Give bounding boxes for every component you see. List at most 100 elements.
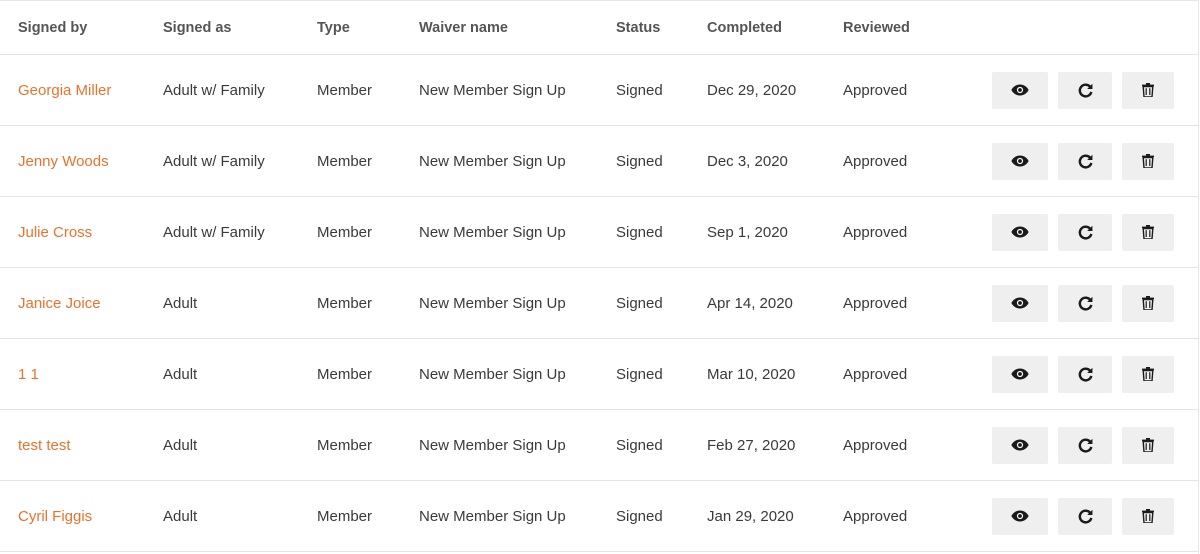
signer-name-link[interactable]: test test	[18, 437, 71, 454]
completed-date-cell: Sep 1, 2020	[707, 223, 788, 241]
column-header-reviewed[interactable]: Reviewed	[843, 1, 910, 54]
delete-button[interactable]	[1122, 426, 1174, 464]
status-cell: Signed	[616, 81, 663, 99]
type-cell: Member	[317, 436, 373, 454]
resend-button[interactable]	[1058, 426, 1112, 464]
signer-name-link[interactable]: Julie Cross	[18, 224, 92, 241]
row-actions	[992, 268, 1174, 338]
view-button[interactable]	[992, 71, 1048, 109]
status-cell: Signed	[616, 436, 663, 454]
delete-button[interactable]	[1122, 142, 1174, 180]
refresh-icon	[1078, 154, 1093, 169]
column-header-signed-by[interactable]: Signed by	[18, 1, 87, 54]
signer-name-link[interactable]: 1 1	[18, 366, 39, 383]
view-button[interactable]	[992, 497, 1048, 535]
view-button[interactable]	[992, 426, 1048, 464]
resend-button[interactable]	[1058, 355, 1112, 393]
table-row: 1 1 Adult Member New Member Sign Up Sign…	[0, 339, 1198, 410]
delete-button[interactable]	[1122, 213, 1174, 251]
refresh-icon	[1078, 367, 1093, 382]
resend-button[interactable]	[1058, 142, 1112, 180]
resend-button[interactable]	[1058, 497, 1112, 535]
delete-button[interactable]	[1122, 355, 1174, 393]
completed-date-cell: Dec 29, 2020	[707, 81, 797, 99]
table-row: test test Adult Member New Member Sign U…	[0, 410, 1198, 481]
view-button[interactable]	[992, 142, 1048, 180]
view-button[interactable]	[992, 213, 1048, 251]
eye-icon	[1011, 368, 1029, 380]
type-cell: Member	[317, 81, 373, 99]
row-actions	[992, 481, 1174, 551]
resend-button[interactable]	[1058, 71, 1112, 109]
waivers-table: Signed by Signed as Type Waiver name Sta…	[0, 0, 1199, 554]
column-header-completed[interactable]: Completed	[707, 1, 782, 54]
resend-button[interactable]	[1058, 284, 1112, 322]
eye-icon	[1011, 226, 1029, 238]
eye-icon	[1011, 510, 1029, 522]
trash-icon	[1142, 83, 1154, 97]
type-cell: Member	[317, 507, 373, 525]
signed-as-cell: Adult	[163, 365, 198, 383]
completed-date-cell: Dec 3, 2020	[707, 152, 788, 170]
reviewed-cell: Approved	[843, 223, 908, 241]
reviewed-cell: Approved	[843, 81, 908, 99]
trash-icon	[1142, 438, 1154, 452]
column-header-signed-as[interactable]: Signed as	[163, 1, 232, 54]
eye-icon	[1011, 439, 1029, 451]
trash-icon	[1142, 509, 1154, 523]
signer-name-link[interactable]: Janice Joice	[18, 295, 101, 312]
completed-date-cell: Mar 10, 2020	[707, 365, 796, 383]
refresh-icon	[1078, 296, 1093, 311]
trash-icon	[1142, 296, 1154, 310]
row-actions	[992, 410, 1174, 480]
signed-as-cell: Adult	[163, 436, 198, 454]
reviewed-cell: Approved	[843, 507, 908, 525]
trash-icon	[1142, 225, 1154, 239]
table-header: Signed by Signed as Type Waiver name Sta…	[0, 0, 1198, 55]
resend-button[interactable]	[1058, 213, 1112, 251]
signed-as-cell: Adult w/ Family	[163, 81, 265, 99]
column-header-status[interactable]: Status	[616, 1, 660, 54]
row-actions	[992, 197, 1174, 267]
reviewed-cell: Approved	[843, 294, 908, 312]
reviewed-cell: Approved	[843, 365, 908, 383]
view-button[interactable]	[992, 355, 1048, 393]
waiver-name-cell: New Member Sign Up	[419, 365, 566, 383]
completed-date-cell: Apr 14, 2020	[707, 294, 793, 312]
table-row: Jenny Woods Adult w/ Family Member New M…	[0, 126, 1198, 197]
waiver-name-cell: New Member Sign Up	[419, 81, 566, 99]
signer-name-link[interactable]: Cyril Figgis	[18, 508, 92, 525]
trash-icon	[1142, 154, 1154, 168]
view-button[interactable]	[992, 284, 1048, 322]
status-cell: Signed	[616, 365, 663, 383]
signed-as-cell: Adult w/ Family	[163, 152, 265, 170]
signer-name-link[interactable]: Jenny Woods	[18, 153, 109, 170]
signed-as-cell: Adult	[163, 294, 198, 312]
row-actions	[992, 55, 1174, 125]
waiver-name-cell: New Member Sign Up	[419, 436, 566, 454]
status-cell: Signed	[616, 507, 663, 525]
reviewed-cell: Approved	[843, 152, 908, 170]
table-row: Janice Joice Adult Member New Member Sig…	[0, 268, 1198, 339]
refresh-icon	[1078, 438, 1093, 453]
column-header-waiver-name[interactable]: Waiver name	[419, 1, 508, 54]
signed-as-cell: Adult w/ Family	[163, 223, 265, 241]
eye-icon	[1011, 297, 1029, 309]
signer-name-link[interactable]: Georgia Miller	[18, 82, 111, 99]
waiver-name-cell: New Member Sign Up	[419, 507, 566, 525]
column-header-type[interactable]: Type	[317, 1, 350, 54]
eye-icon	[1011, 155, 1029, 167]
refresh-icon	[1078, 83, 1093, 98]
reviewed-cell: Approved	[843, 436, 908, 454]
refresh-icon	[1078, 509, 1093, 524]
table-row: Georgia Miller Adult w/ Family Member Ne…	[0, 55, 1198, 126]
delete-button[interactable]	[1122, 497, 1174, 535]
delete-button[interactable]	[1122, 71, 1174, 109]
table-row: Cyril Figgis Adult Member New Member Sig…	[0, 481, 1198, 552]
status-cell: Signed	[616, 294, 663, 312]
status-cell: Signed	[616, 223, 663, 241]
delete-button[interactable]	[1122, 284, 1174, 322]
row-actions	[992, 339, 1174, 409]
table-row: Julie Cross Adult w/ Family Member New M…	[0, 197, 1198, 268]
waiver-name-cell: New Member Sign Up	[419, 294, 566, 312]
